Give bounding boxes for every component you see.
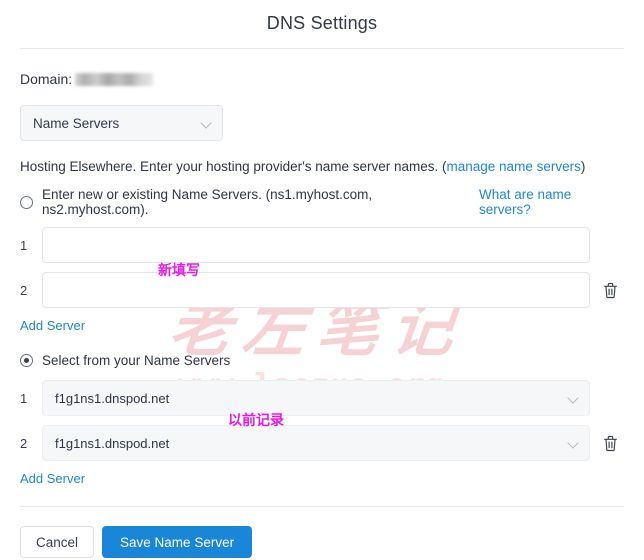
existing-server-select-1-value: f1g1ns1.dnspod.net xyxy=(55,390,170,406)
chevron-down-icon xyxy=(568,438,579,449)
hosting-description: Hosting Elsewhere. Enter your hosting pr… xyxy=(20,159,447,174)
new-server-input-1[interactable] xyxy=(42,227,590,263)
option-select-existing-row[interactable]: Select from your Name Servers xyxy=(20,353,624,368)
footer-buttons: Cancel Save Name Server xyxy=(20,526,624,558)
option-enter-new-row[interactable]: Enter new or existing Name Servers. (ns1… xyxy=(20,187,624,217)
trash-icon[interactable] xyxy=(596,435,624,452)
dns-settings-panel: DNS Settings Domain: Name Servers Hostin… xyxy=(0,0,644,558)
existing-server-select-1[interactable]: f1g1ns1.dnspod.net xyxy=(42,380,590,416)
option-select-existing-label: Select from your Name Servers xyxy=(42,353,231,368)
existing-server-select-2-value: f1g1ns1.dnspod.net xyxy=(55,435,170,451)
new-server-input-2[interactable] xyxy=(42,272,590,308)
hosting-elsewhere-text: Hosting Elsewhere. Enter your hosting pr… xyxy=(20,158,624,176)
save-name-server-button[interactable]: Save Name Server xyxy=(102,526,253,558)
existing-server-rows: 1 f1g1ns1.dnspod.net 2 f1g1ns1.dnspod.ne… xyxy=(20,380,624,488)
record-type-select[interactable]: Name Servers xyxy=(20,105,223,141)
row-index: 2 xyxy=(20,435,28,451)
hosting-paren-close: ) xyxy=(580,159,586,174)
chevron-down-icon xyxy=(201,118,212,129)
row-index: 1 xyxy=(20,390,28,406)
radio-enter-new[interactable] xyxy=(20,195,33,209)
domain-value-redacted xyxy=(75,72,154,86)
row-index: 2 xyxy=(20,282,28,298)
footer-divider xyxy=(20,506,624,507)
row-index: 1 xyxy=(20,237,28,253)
trash-icon[interactable] xyxy=(596,282,624,299)
domain-label: Domain: xyxy=(20,71,73,87)
radio-select-existing[interactable] xyxy=(20,354,33,367)
existing-server-select-2[interactable]: f1g1ns1.dnspod.net xyxy=(42,425,590,461)
chevron-down-icon xyxy=(568,393,579,404)
header-divider xyxy=(20,48,624,49)
add-server-button-existing[interactable]: Add Server xyxy=(20,471,85,486)
domain-row: Domain: xyxy=(20,71,624,87)
cancel-button[interactable]: Cancel xyxy=(20,526,95,558)
option-enter-new-label: Enter new or existing Name Servers. (ns1… xyxy=(42,187,373,217)
page-title: DNS Settings xyxy=(266,13,378,33)
new-server-row: 2 xyxy=(20,272,624,308)
new-server-row: 1 xyxy=(20,227,624,263)
record-type-select-value: Name Servers xyxy=(33,115,120,131)
existing-server-row: 1 f1g1ns1.dnspod.net xyxy=(20,380,624,416)
new-server-rows: 1 2 Add Server xyxy=(20,227,624,335)
manage-name-servers-link[interactable]: manage name servers xyxy=(447,159,581,174)
what-are-name-servers-link[interactable]: What are name servers? xyxy=(479,187,624,217)
add-server-button-new[interactable]: Add Server xyxy=(20,318,85,333)
existing-server-row: 2 f1g1ns1.dnspod.net xyxy=(20,425,624,461)
